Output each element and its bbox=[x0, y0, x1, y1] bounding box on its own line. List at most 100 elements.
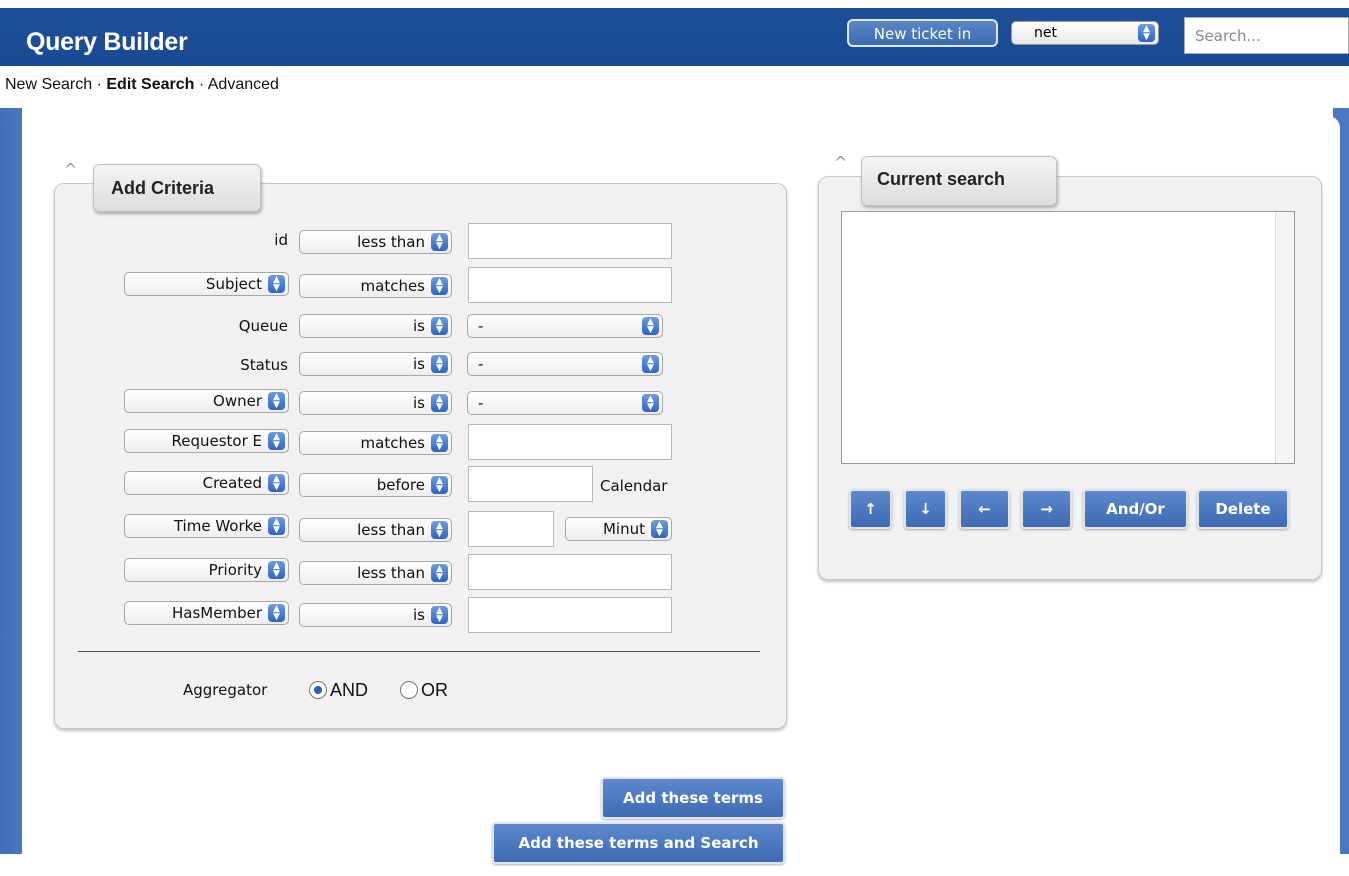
value-select[interactable]: - ▲ ▼ bbox=[467, 391, 663, 415]
operator-value: is bbox=[413, 317, 425, 335]
panel-title: Current search bbox=[877, 169, 1006, 189]
operator-select[interactable]: is ▲ ▼ bbox=[299, 391, 452, 415]
app-title: Query Builder bbox=[26, 28, 188, 56]
delete-button[interactable]: Delete bbox=[1197, 489, 1289, 529]
select-arrows-icon: ▲ ▼ bbox=[431, 317, 448, 335]
move-right-button[interactable]: → bbox=[1021, 489, 1072, 529]
operator-select[interactable]: is ▲ ▼ bbox=[299, 314, 452, 338]
select-arrows-icon: ▲ ▼ bbox=[651, 520, 668, 538]
field-label-queue: Queue bbox=[238, 317, 288, 335]
unit-value: Minut bbox=[602, 520, 645, 538]
move-down-button[interactable]: ↓ bbox=[904, 489, 947, 529]
search-nav: New Search · Edit Search · Advanced bbox=[5, 76, 279, 94]
move-left-button[interactable]: ← bbox=[959, 489, 1010, 529]
operator-value: less than bbox=[357, 233, 425, 251]
select-arrows-icon: ▲ ▼ bbox=[642, 317, 659, 335]
add-criteria-panel bbox=[54, 183, 787, 729]
value-input[interactable] bbox=[468, 223, 672, 259]
field-value: Subject bbox=[205, 275, 262, 293]
operator-value: is bbox=[413, 355, 425, 373]
field-value: Requestor E bbox=[171, 432, 262, 450]
current-search-list[interactable] bbox=[841, 211, 1295, 464]
field-select[interactable]: HasMember ▲ ▼ bbox=[124, 601, 289, 625]
queue-select[interactable]: net ▲ ▼ bbox=[1011, 21, 1159, 45]
select-arrows-icon: ▲ ▼ bbox=[1138, 24, 1155, 42]
field-label-id: id bbox=[274, 231, 288, 249]
value-input[interactable] bbox=[468, 511, 554, 547]
collapse-caret-icon[interactable]: ^ bbox=[834, 153, 847, 172]
select-arrows-icon: ▲ ▼ bbox=[431, 277, 448, 295]
search-input[interactable]: Search... bbox=[1184, 17, 1349, 54]
aggregator-label: Aggregator bbox=[183, 681, 268, 699]
calendar-link[interactable]: Calendar bbox=[600, 477, 667, 495]
field-select[interactable]: Priority ▲ ▼ bbox=[124, 558, 289, 582]
operator-select[interactable]: less than ▲ ▼ bbox=[299, 561, 452, 585]
value-select-value: - bbox=[478, 355, 484, 373]
field-select[interactable]: Requestor E ▲ ▼ bbox=[124, 429, 289, 453]
value-input[interactable] bbox=[468, 597, 672, 633]
add-terms-button[interactable]: Add these terms bbox=[601, 777, 785, 819]
field-select[interactable]: Owner ▲ ▼ bbox=[124, 389, 289, 413]
operator-select[interactable]: less than ▲ ▼ bbox=[299, 230, 452, 254]
operator-select[interactable]: is ▲ ▼ bbox=[299, 352, 452, 376]
operator-value: less than bbox=[357, 521, 425, 539]
field-label-status: Status bbox=[240, 356, 288, 374]
select-arrows-icon: ▲ ▼ bbox=[431, 233, 448, 251]
select-arrows-icon: ▲ ▼ bbox=[431, 564, 448, 582]
operator-select[interactable]: matches ▲ ▼ bbox=[299, 274, 452, 298]
select-arrows-icon: ▲ ▼ bbox=[642, 394, 659, 412]
value-select[interactable]: - ▲ ▼ bbox=[467, 314, 663, 338]
value-select-value: - bbox=[478, 317, 484, 335]
operator-select[interactable]: matches ▲ ▼ bbox=[299, 431, 452, 455]
operator-value: is bbox=[413, 606, 425, 624]
select-arrows-icon: ▲ ▼ bbox=[431, 355, 448, 373]
add-terms-and-search-button[interactable]: Add these terms and Search bbox=[492, 822, 785, 864]
value-input[interactable] bbox=[468, 267, 672, 303]
nav-new-search[interactable]: New Search bbox=[5, 76, 92, 93]
nav-separator: · bbox=[194, 76, 208, 93]
operator-value: matches bbox=[360, 434, 425, 452]
new-ticket-button[interactable]: New ticket in bbox=[847, 19, 998, 47]
field-select[interactable]: Time Worke ▲ ▼ bbox=[124, 514, 289, 538]
nav-separator: · bbox=[92, 76, 107, 93]
aggregator-or-label[interactable]: OR bbox=[421, 680, 448, 701]
select-arrows-icon: ▲ ▼ bbox=[431, 434, 448, 452]
value-input[interactable] bbox=[468, 424, 672, 460]
divider bbox=[78, 651, 760, 652]
aggregator-or-radio[interactable] bbox=[400, 681, 418, 699]
value-select[interactable]: - ▲ ▼ bbox=[467, 352, 663, 376]
select-arrows-icon: ▲ ▼ bbox=[431, 394, 448, 412]
list-scrollbar[interactable] bbox=[1275, 212, 1294, 463]
select-arrows-icon: ▲ ▼ bbox=[642, 355, 659, 373]
operator-value: is bbox=[413, 394, 425, 412]
and-or-button[interactable]: And/Or bbox=[1083, 489, 1188, 529]
nav-advanced[interactable]: Advanced bbox=[208, 76, 279, 93]
select-arrows-icon: ▲ ▼ bbox=[431, 606, 448, 624]
aggregator-and-label[interactable]: AND bbox=[330, 680, 368, 701]
field-select[interactable]: Subject ▲ ▼ bbox=[124, 272, 289, 296]
unit-select[interactable]: Minut ▲ ▼ bbox=[565, 517, 672, 541]
move-up-button[interactable]: ↑ bbox=[849, 489, 892, 529]
select-arrows-icon: ▲ ▼ bbox=[268, 275, 285, 293]
operator-select[interactable]: is ▲ ▼ bbox=[299, 603, 452, 627]
select-arrows-icon: ▲ ▼ bbox=[431, 521, 448, 539]
select-arrows-icon: ▲ ▼ bbox=[268, 474, 285, 492]
select-arrows-icon: ▲ ▼ bbox=[268, 392, 285, 410]
collapse-caret-icon[interactable]: ^ bbox=[64, 160, 77, 179]
operator-select[interactable]: before ▲ ▼ bbox=[299, 473, 452, 497]
nav-edit-search[interactable]: Edit Search bbox=[106, 76, 194, 93]
operator-value: less than bbox=[357, 564, 425, 582]
field-select[interactable]: Created ▲ ▼ bbox=[124, 471, 289, 495]
add-criteria-tab: Add Criteria bbox=[93, 164, 261, 212]
field-value: Priority bbox=[208, 561, 262, 579]
operator-select[interactable]: less than ▲ ▼ bbox=[299, 518, 452, 542]
date-input[interactable] bbox=[468, 466, 593, 502]
value-input[interactable] bbox=[468, 554, 672, 590]
select-arrows-icon: ▲ ▼ bbox=[268, 432, 285, 450]
select-arrows-icon: ▲ ▼ bbox=[268, 604, 285, 622]
aggregator-and-radio[interactable] bbox=[309, 681, 327, 699]
queue-select-value: net bbox=[1034, 25, 1057, 41]
top-bar: Query Builder New ticket in net ▲ ▼ Searc… bbox=[0, 0, 1349, 66]
value-select-value: - bbox=[478, 394, 484, 412]
select-arrows-icon: ▲ ▼ bbox=[268, 561, 285, 579]
